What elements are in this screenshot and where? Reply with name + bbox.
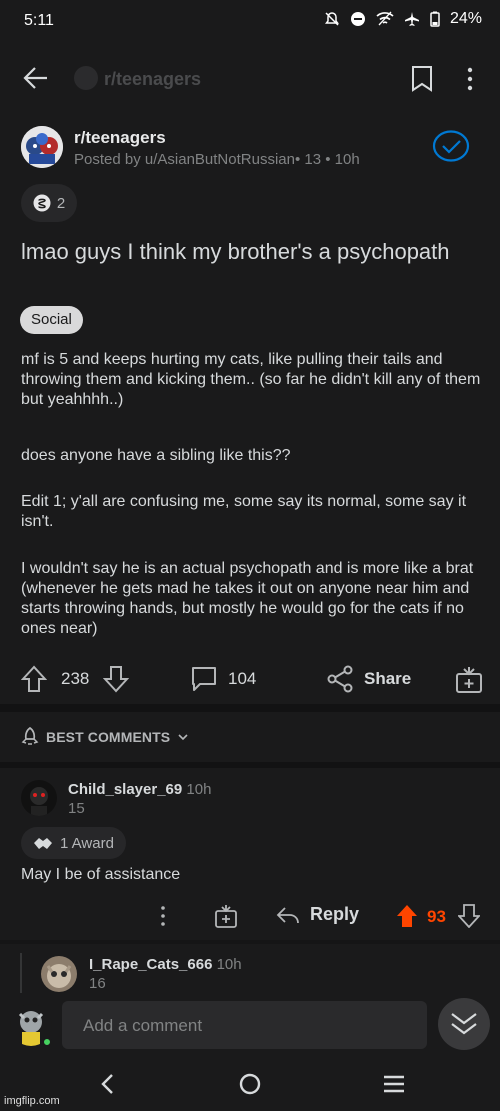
reply-username[interactable]: I_Rape_Cats_666 10h — [89, 956, 242, 973]
comment-upvote-button[interactable] — [396, 904, 418, 928]
chevron-down-icon — [178, 734, 188, 741]
share-button[interactable]: Share — [326, 665, 411, 693]
comment-time: 10h — [186, 781, 212, 798]
status-bar: 5:11 24% — [0, 0, 500, 44]
battery-icon — [430, 11, 440, 27]
comment-more-button[interactable] — [160, 905, 166, 927]
comments-button[interactable]: 104 — [190, 665, 256, 693]
online-status-dot — [42, 1037, 52, 1047]
section-divider-2 — [0, 762, 500, 768]
comment-score: 15 — [68, 800, 85, 817]
post-paragraph-1: mf is 5 and keeps hurting my cats, like … — [21, 351, 481, 408]
back-button[interactable] — [22, 64, 50, 92]
upvote-arrow-icon — [21, 665, 47, 692]
nav-recents-icon — [384, 1075, 404, 1093]
more-options-button[interactable] — [466, 66, 474, 92]
comment-avatar-icon[interactable] — [21, 780, 57, 816]
post-title: lmao guys I think my brother's a psychop… — [21, 239, 450, 264]
comment-body: May I be of assistance — [21, 866, 181, 883]
rocket-icon — [21, 727, 39, 745]
comment-vote-count: 93 — [427, 907, 446, 926]
more-vertical-icon — [467, 67, 473, 91]
nav-back-icon — [101, 1074, 113, 1094]
comment-username[interactable]: Child_slayer_69 10h — [68, 781, 211, 798]
reply-label: Reply — [310, 904, 360, 924]
airplane-icon — [404, 11, 420, 27]
subreddit-avatar-icon[interactable] — [21, 126, 63, 168]
comment-award-button[interactable] — [214, 903, 238, 929]
reply-time: 10h — [216, 956, 242, 973]
status-time: 5:11 — [24, 12, 54, 29]
back-arrow-icon — [23, 67, 47, 89]
share-label: Share — [364, 669, 412, 688]
reply-arrow-icon — [276, 906, 299, 923]
post-paragraph-4: I wouldn't say he is an actual psychopat… — [21, 560, 474, 637]
joined-button[interactable] — [432, 130, 470, 162]
comment-divider — [0, 940, 500, 944]
comment-downvote-button[interactable] — [458, 904, 480, 928]
share-icon — [327, 665, 353, 693]
collapse-button[interactable] — [438, 998, 490, 1050]
save-button[interactable] — [411, 66, 433, 92]
dnd-icon — [350, 11, 366, 27]
downvote-arrow-icon — [103, 666, 130, 693]
top-subreddit-name[interactable]: r/teenagers — [104, 69, 201, 90]
comment-sort-label: BEST COMMENTS — [46, 729, 171, 745]
wifi-icon — [376, 11, 394, 27]
upvote-filled-icon — [397, 905, 417, 927]
checkmark-circle-icon — [432, 130, 470, 162]
post-paragraph-2: does anyone have a sibling like this?? — [21, 447, 291, 464]
gift-icon — [215, 905, 237, 928]
section-divider — [0, 704, 500, 712]
upvote-button[interactable] — [21, 665, 47, 693]
double-chevron-down-icon — [451, 1013, 477, 1035]
mute-icon — [324, 11, 340, 27]
nav-home-button[interactable] — [239, 1073, 261, 1095]
subreddit-name[interactable]: r/teenagers — [74, 128, 166, 148]
post-vote-bar: 238 — [21, 665, 130, 693]
comment-sort-button[interactable]: BEST COMMENTS — [21, 727, 189, 747]
nav-recents-button[interactable] — [383, 1075, 405, 1093]
award-count: 2 — [56, 194, 66, 212]
award-handshake-icon — [34, 838, 52, 849]
comment-reply-button[interactable]: Reply — [276, 904, 359, 925]
thread-line[interactable] — [20, 953, 22, 993]
status-icons: 24% — [324, 10, 482, 28]
comment-award-label: 1 Award — [60, 834, 114, 852]
post-paragraph-3: Edit 1; y'all are confusing me, some say… — [21, 493, 467, 530]
comment-count: 104 — [228, 669, 257, 688]
downvote-button[interactable] — [103, 665, 130, 693]
give-award-button[interactable] — [455, 664, 483, 694]
imgflip-watermark: imgflip.com — [4, 1095, 60, 1107]
post-upvote-count: 238 — [61, 669, 90, 688]
post-flair[interactable]: Social — [20, 306, 83, 334]
downvote-arrow-icon — [458, 904, 480, 928]
more-vertical-icon — [161, 906, 165, 926]
reply-score: 16 — [89, 975, 106, 992]
battery-level: 24% — [449, 10, 482, 27]
comment-bubble-icon — [192, 667, 216, 691]
top-subreddit-avatar-icon — [74, 66, 98, 90]
post-meta: Posted by u/AsianButNotRussian• 13 • 10h — [74, 151, 360, 168]
bookmark-icon — [412, 66, 432, 92]
post-awards[interactable]: 2 — [21, 184, 77, 222]
comment-awards[interactable]: 1 Award — [21, 827, 126, 859]
gift-icon — [456, 667, 482, 693]
nav-home-icon — [239, 1073, 261, 1095]
add-comment-input[interactable]: Add a comment — [62, 1001, 427, 1049]
reply-avatar-icon[interactable] — [41, 956, 77, 992]
award-icon — [33, 194, 51, 212]
nav-back-button[interactable] — [100, 1073, 114, 1095]
